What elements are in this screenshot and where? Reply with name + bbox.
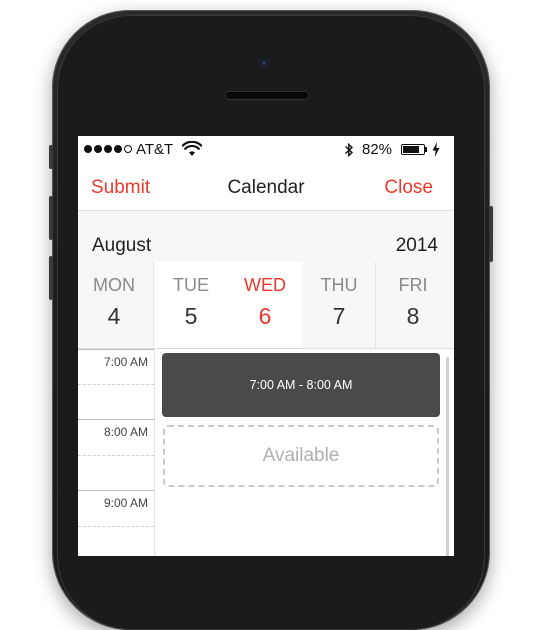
day-thu[interactable]: THU 7: [302, 262, 376, 348]
volume-up-button: [49, 196, 53, 240]
close-button[interactable]: Close: [384, 177, 433, 199]
front-camera: [259, 58, 269, 68]
power-button: [489, 206, 493, 262]
day-number: 8: [406, 303, 420, 329]
half-hour-line: [78, 526, 154, 527]
time-label: 8:00 AM: [103, 425, 148, 439]
scrollbar[interactable]: [446, 357, 449, 556]
day-name: WED: [244, 275, 286, 295]
carrier-name: AT&T: [136, 141, 174, 158]
day-number: 4: [107, 303, 121, 329]
battery-icon: [401, 144, 425, 155]
battery-percent: 82%: [362, 141, 393, 158]
day-name: FRI: [398, 275, 428, 295]
available-slot[interactable]: Available: [163, 425, 439, 487]
signal-dot: [124, 145, 132, 153]
day-selector: MON 4 TUE 5 WED 6 THU 7 FRI 8: [78, 262, 454, 349]
available-label: Available: [262, 445, 340, 466]
day-name: TUE: [173, 275, 209, 295]
bluetooth-icon: [344, 142, 354, 162]
mute-switch: [49, 145, 53, 169]
event-block[interactable]: 7:00 AM - 8:00 AM: [162, 353, 440, 417]
time-label: 7:00 AM: [103, 355, 148, 369]
event-label: 7:00 AM - 8:00 AM: [249, 378, 353, 392]
signal-strength-icon: [84, 145, 132, 153]
schedule-grid: 7:00 AM 8:00 AM 9:00 AM 7:00 AM - 8:00 A…: [78, 349, 454, 556]
earpiece-speaker: [226, 92, 308, 99]
hour-line: [78, 490, 154, 491]
navigation-bar: Submit Calendar Close: [78, 164, 454, 211]
day-number: 6: [258, 303, 272, 329]
screen: AT&T 82% Submit Calendar Close August 20…: [78, 136, 454, 556]
time-label: 9:00 AM: [103, 496, 148, 510]
signal-dot: [84, 145, 92, 153]
day-number: 7: [332, 303, 346, 329]
hour-line: [78, 419, 154, 420]
charging-icon: [432, 142, 440, 161]
battery-tip: [425, 147, 427, 152]
status-bar: AT&T 82%: [78, 136, 454, 164]
hour-line: [78, 349, 154, 350]
signal-dot: [114, 145, 122, 153]
time-column: 7:00 AM 8:00 AM 9:00 AM: [78, 349, 155, 556]
day-number: 5: [184, 303, 198, 329]
signal-dot: [94, 145, 102, 153]
day-name: THU: [320, 275, 358, 295]
day-mon[interactable]: MON 4: [78, 262, 150, 348]
year-label: 2014: [395, 235, 438, 256]
wifi-icon: [181, 140, 203, 161]
day-fri[interactable]: FRI 8: [376, 262, 450, 348]
half-hour-line: [78, 455, 154, 456]
signal-dot: [104, 145, 112, 153]
day-wed[interactable]: WED 6: [228, 262, 302, 348]
month-label: August: [92, 235, 152, 256]
half-hour-line: [78, 384, 154, 385]
month-header: August 2014: [78, 211, 454, 263]
day-name: MON: [93, 275, 135, 295]
battery-fill: [403, 146, 419, 153]
volume-down-button: [49, 256, 53, 300]
day-tue[interactable]: TUE 5: [154, 262, 228, 348]
